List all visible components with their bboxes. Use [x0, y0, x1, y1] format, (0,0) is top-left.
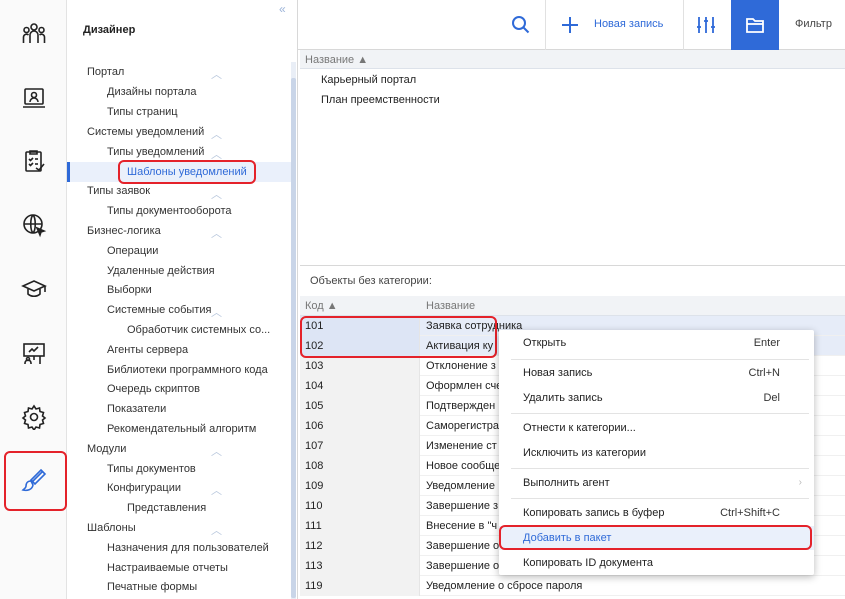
tree-item-system-event-handler[interactable]: Обработчик системных со...	[127, 320, 270, 340]
menu-item-assign-category[interactable]: Отнести к категории...	[499, 416, 814, 440]
profile-card-icon[interactable]	[0, 66, 67, 130]
menu-item-run-agent[interactable]: Выполнить агент ›	[499, 471, 814, 495]
tree-item-user-assignments[interactable]: Назначения для пользователей	[107, 538, 269, 558]
tree-scrollbar-thumb[interactable]	[291, 78, 296, 598]
globe-cursor-icon[interactable]	[0, 193, 67, 257]
tree-item-selections[interactable]: Выборки	[107, 280, 152, 300]
filter-button[interactable]: Фильтр	[795, 18, 832, 30]
chevron-up-icon[interactable]: ︿	[211, 304, 222, 320]
tree-group-notification-systems[interactable]: Системы уведомлений	[87, 122, 204, 142]
tree-item-portal-designs[interactable]: Дизайны портала	[107, 82, 196, 102]
menu-item-add-to-package[interactable]: Добавить в пакет	[499, 526, 814, 550]
chevron-right-icon: ›	[798, 477, 802, 488]
chevron-up-icon[interactable]: ︿	[211, 522, 222, 538]
chevron-up-icon[interactable]: ︿	[211, 126, 222, 142]
column-header-name[interactable]: Название ▲	[305, 54, 368, 66]
tree-group-request-types[interactable]: Типы заявок	[87, 181, 150, 201]
tree-item-code-libraries[interactable]: Библиотеки программного кода	[107, 360, 268, 380]
menu-item-delete-record[interactable]: Удалить запись Del	[499, 386, 814, 410]
tree-item-system-events[interactable]: Системные события	[107, 300, 211, 320]
category-grid-header[interactable]: Название ▲	[300, 50, 845, 69]
table-row[interactable]: Карьерный портал	[300, 70, 845, 90]
toolbar: Новая запись Фильтр	[298, 0, 845, 50]
tree-item-script-queue[interactable]: Очередь скриптов	[107, 379, 200, 399]
menu-separator	[511, 468, 809, 469]
tree-item-recommendation-algorithm[interactable]: Рекомендательный алгоритм	[107, 419, 256, 439]
menu-separator	[511, 413, 809, 414]
table-row[interactable]: 119 Уведомление о сбросе пароля	[300, 576, 845, 596]
presentation-icon[interactable]	[0, 321, 67, 385]
users-icon[interactable]	[0, 2, 67, 66]
tree-item-document-types[interactable]: Типы документов	[107, 459, 196, 479]
chevron-up-icon[interactable]: ︿	[211, 66, 222, 82]
icon-rail	[0, 0, 67, 599]
menu-item-copy-record[interactable]: Копировать запись в буфер Ctrl+Shift+C	[499, 501, 814, 525]
tree-item-notification-templates[interactable]: Шаблоны уведомлений	[127, 162, 247, 182]
brush-icon[interactable]	[0, 449, 67, 513]
context-menu: Открыть Enter Новая запись Ctrl+N Удалить …	[499, 330, 814, 575]
menu-separator	[511, 498, 809, 499]
tree-group-business-logic[interactable]: Бизнес-логика	[87, 221, 161, 241]
chevron-up-icon[interactable]: ︿	[211, 186, 222, 202]
tree-group-modules[interactable]: Модули	[87, 439, 126, 459]
tree-item-notification-types[interactable]: Типы уведомлений	[107, 142, 204, 162]
tree-item-print-forms[interactable]: Печатные формы	[107, 577, 197, 597]
folder-view-button[interactable]	[731, 0, 779, 50]
column-header-code[interactable]: Код ▲	[305, 300, 338, 312]
menu-separator	[511, 359, 809, 360]
menu-item-new-record[interactable]: Новая запись Ctrl+N	[499, 361, 814, 385]
tree-item-operations[interactable]: Операции	[107, 241, 158, 261]
tree-group-portal[interactable]: Портал	[87, 62, 124, 82]
search-icon[interactable]	[509, 13, 533, 37]
checklist-icon[interactable]	[0, 129, 67, 193]
new-record-button[interactable]: Новая запись	[594, 18, 663, 30]
graduation-cap-icon[interactable]	[0, 257, 67, 321]
table-row[interactable]: План преемственности	[300, 90, 845, 110]
chevron-up-icon[interactable]: ︿	[211, 482, 222, 498]
gear-icon[interactable]	[0, 385, 67, 449]
tree-group-templates[interactable]: Шаблоны	[87, 518, 136, 538]
collapse-panel-icon[interactable]: «	[279, 2, 286, 16]
toolbar-separator	[683, 0, 684, 50]
menu-item-remove-category[interactable]: Исключить из категории	[499, 441, 814, 465]
tree-item-remote-actions[interactable]: Удаленные действия	[107, 261, 215, 281]
tree-item-views[interactable]: Представления	[127, 498, 206, 518]
uncategorized-label: Объекты без категории:	[310, 275, 432, 287]
tree-item-workflow-types[interactable]: Типы документооборота	[107, 201, 232, 221]
chevron-up-icon[interactable]: ︿	[211, 146, 222, 162]
tree-title: Дизайнер	[83, 24, 136, 36]
tree-item-server-agents[interactable]: Агенты сервера	[107, 340, 188, 360]
category-grid: Название ▲ Карьерный портал План преемст…	[300, 50, 845, 266]
column-header-name[interactable]: Название	[426, 300, 475, 312]
chevron-up-icon[interactable]: ︿	[211, 443, 222, 459]
chevron-up-icon[interactable]: ︿	[211, 225, 222, 241]
toolbar-separator	[545, 0, 546, 50]
tree-item-indicators[interactable]: Показатели	[107, 399, 166, 419]
tree-active-indicator	[67, 162, 70, 182]
tree-item-page-types[interactable]: Типы страниц	[107, 102, 178, 122]
uncategorized-grid-header: Код ▲ Название	[300, 296, 845, 316]
tree-item-custom-reports[interactable]: Настраиваемые отчеты	[107, 558, 228, 578]
columns-settings-icon[interactable]	[694, 13, 718, 37]
menu-item-open[interactable]: Открыть Enter	[499, 331, 814, 355]
menu-item-copy-document-id[interactable]: Копировать ID документа	[499, 551, 814, 575]
plus-icon[interactable]	[558, 13, 582, 37]
tree-item-configurations[interactable]: Конфигурации	[107, 478, 181, 498]
